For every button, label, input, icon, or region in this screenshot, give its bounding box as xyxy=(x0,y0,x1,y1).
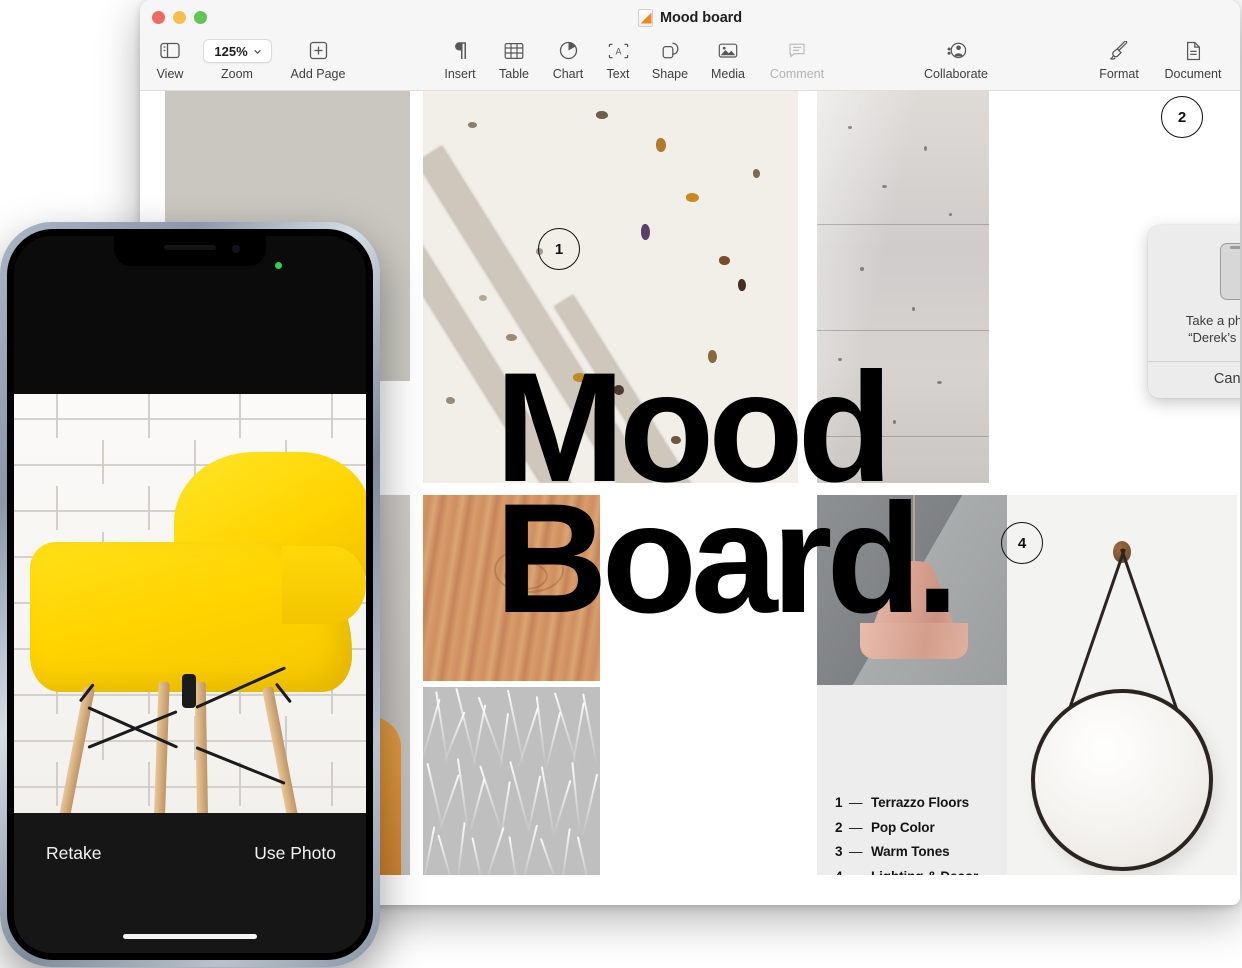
pie-chart-icon xyxy=(559,38,578,63)
app-toolbar: View 125% Zoom Add Page Insert Table Cha… xyxy=(140,36,1240,91)
legend-label: Lighting & Decor xyxy=(871,869,978,876)
chair-armrest xyxy=(282,546,366,624)
image-hanging-mirror[interactable] xyxy=(1007,495,1237,875)
fur-texture xyxy=(423,687,600,875)
pilcrow-icon xyxy=(452,38,468,63)
add-person-icon xyxy=(946,38,967,63)
legend-dash: — xyxy=(849,844,863,859)
legend-dash: — xyxy=(849,819,863,835)
toolbar-zoom-label: Zoom xyxy=(221,67,253,81)
toolbar-insert-button[interactable]: Insert xyxy=(429,38,491,81)
iphone-screen[interactable]: Retake Use Photo xyxy=(14,236,366,953)
camera-in-use-dot xyxy=(275,262,282,269)
popover-cancel-button[interactable]: Cancel xyxy=(1148,362,1240,398)
popover-body: Take a photo with “Derek’s iPhone” xyxy=(1148,225,1240,361)
plus-box-icon xyxy=(309,38,328,63)
toolbar-view-label: View xyxy=(156,67,184,81)
image-grey-fur[interactable] xyxy=(423,687,600,875)
use-photo-button[interactable]: Use Photo xyxy=(254,843,336,864)
toolbar-table-label: Table xyxy=(499,67,529,81)
comment-icon xyxy=(788,38,806,63)
legend-number: 4 xyxy=(835,869,849,876)
front-camera-icon xyxy=(232,245,240,253)
legend-label: Terrazzo Floors xyxy=(871,795,970,810)
home-indicator[interactable] xyxy=(123,934,257,939)
toolbar-shape-button[interactable]: Shape xyxy=(639,38,701,81)
legend-number: 2 xyxy=(835,819,843,835)
toolbar-media-label: Media xyxy=(710,67,746,81)
pages-document-icon xyxy=(638,9,654,27)
toolbar-zoom-control[interactable]: 125% Zoom xyxy=(202,38,272,81)
text-box-icon: A xyxy=(608,38,629,63)
legend-item: 2 — Pop Color xyxy=(835,820,1010,835)
paintbrush-icon xyxy=(1109,38,1129,63)
legend-item: 3 — Warm Tones xyxy=(835,844,1010,859)
zoom-popup-button[interactable]: 125% xyxy=(202,39,272,63)
toolbar-insert-label: Insert xyxy=(444,67,476,81)
toolbar-add-page-label: Add Page xyxy=(290,67,346,81)
chair-center-hub xyxy=(182,674,196,708)
iphone-device: Retake Use Photo xyxy=(0,222,380,967)
photo-icon xyxy=(718,38,738,63)
badge-4[interactable]: 4 xyxy=(1001,522,1043,564)
shapes-icon xyxy=(661,38,680,63)
toolbar-format-label: Format xyxy=(1099,67,1139,81)
iphone-notch xyxy=(114,236,266,266)
toolbar-document-label: Document xyxy=(1164,67,1222,81)
camera-action-bar: Retake Use Photo xyxy=(14,813,366,953)
popover-message-line-2: “Derek’s iPhone” xyxy=(1188,330,1240,346)
retake-button[interactable]: Retake xyxy=(46,843,101,864)
toolbar-table-button[interactable]: Table xyxy=(483,38,545,81)
mirror-glass xyxy=(1031,689,1213,871)
toolbar-collaborate-button[interactable]: Collaborate xyxy=(906,38,1006,81)
captured-photo-preview xyxy=(14,394,366,834)
legend-number: 3 xyxy=(835,844,843,859)
mood-board-legend: 1 — Terrazzo Floors 2 — Pop Color 3 — Wa… xyxy=(835,795,1010,875)
zoom-value: 125% xyxy=(214,43,248,59)
window-title-group: Mood board xyxy=(140,0,1240,36)
toolbar-comment-button[interactable]: Comment xyxy=(766,38,828,81)
toolbar-document-button[interactable]: Document xyxy=(1147,38,1239,81)
chevron-down-icon xyxy=(253,49,261,54)
badge-2[interactable]: 2 xyxy=(1161,96,1203,138)
legend-label: Pop Color xyxy=(871,819,935,835)
earpiece-speaker xyxy=(164,245,216,250)
toolbar-comment-label: Comment xyxy=(769,67,825,81)
legend-number: 1 xyxy=(835,795,843,810)
toolbar-media-button[interactable]: Media xyxy=(697,38,759,81)
screenshot-root: Mood board View 125% Zoom Add Page Inser… xyxy=(0,0,1242,968)
toolbar-collaborate-label: Collaborate xyxy=(924,67,988,81)
toolbar-text-label: Text xyxy=(606,67,630,81)
window-title: Mood board xyxy=(660,10,742,26)
toolbar-shape-label: Shape xyxy=(651,67,689,81)
continuity-camera-popover[interactable]: Take a photo with “Derek’s iPhone” Cance… xyxy=(1148,215,1240,398)
toolbar-add-page-button[interactable]: Add Page xyxy=(287,38,349,81)
badge-1[interactable]: 1 xyxy=(538,228,580,270)
svg-text:A: A xyxy=(615,46,621,56)
sidebar-icon xyxy=(160,38,180,63)
popover-message: Take a photo with “Derek’s iPhone” xyxy=(1160,312,1240,347)
toolbar-format-button[interactable]: Format xyxy=(1081,38,1157,81)
table-grid-icon xyxy=(504,38,524,63)
legend-dash: — xyxy=(849,869,871,876)
legend-dash: — xyxy=(849,795,863,810)
heading-line-2: Board. xyxy=(495,472,959,647)
legend-label: Warm Tones xyxy=(871,844,950,859)
toolbar-chart-label: Chart xyxy=(552,67,584,81)
legend-item: 4 — Lighting & Decor xyxy=(835,869,1010,876)
popover-message-line-1: Take a photo with xyxy=(1185,313,1240,328)
legend-item: 1 — Terrazzo Floors xyxy=(835,795,1010,810)
toolbar-view-button[interactable]: View xyxy=(140,38,201,81)
page-title[interactable]: Mood Board. xyxy=(495,350,959,637)
document-icon xyxy=(1185,38,1202,63)
iphone-icon xyxy=(1219,243,1240,300)
window-titlebar: Mood board xyxy=(140,0,1240,36)
